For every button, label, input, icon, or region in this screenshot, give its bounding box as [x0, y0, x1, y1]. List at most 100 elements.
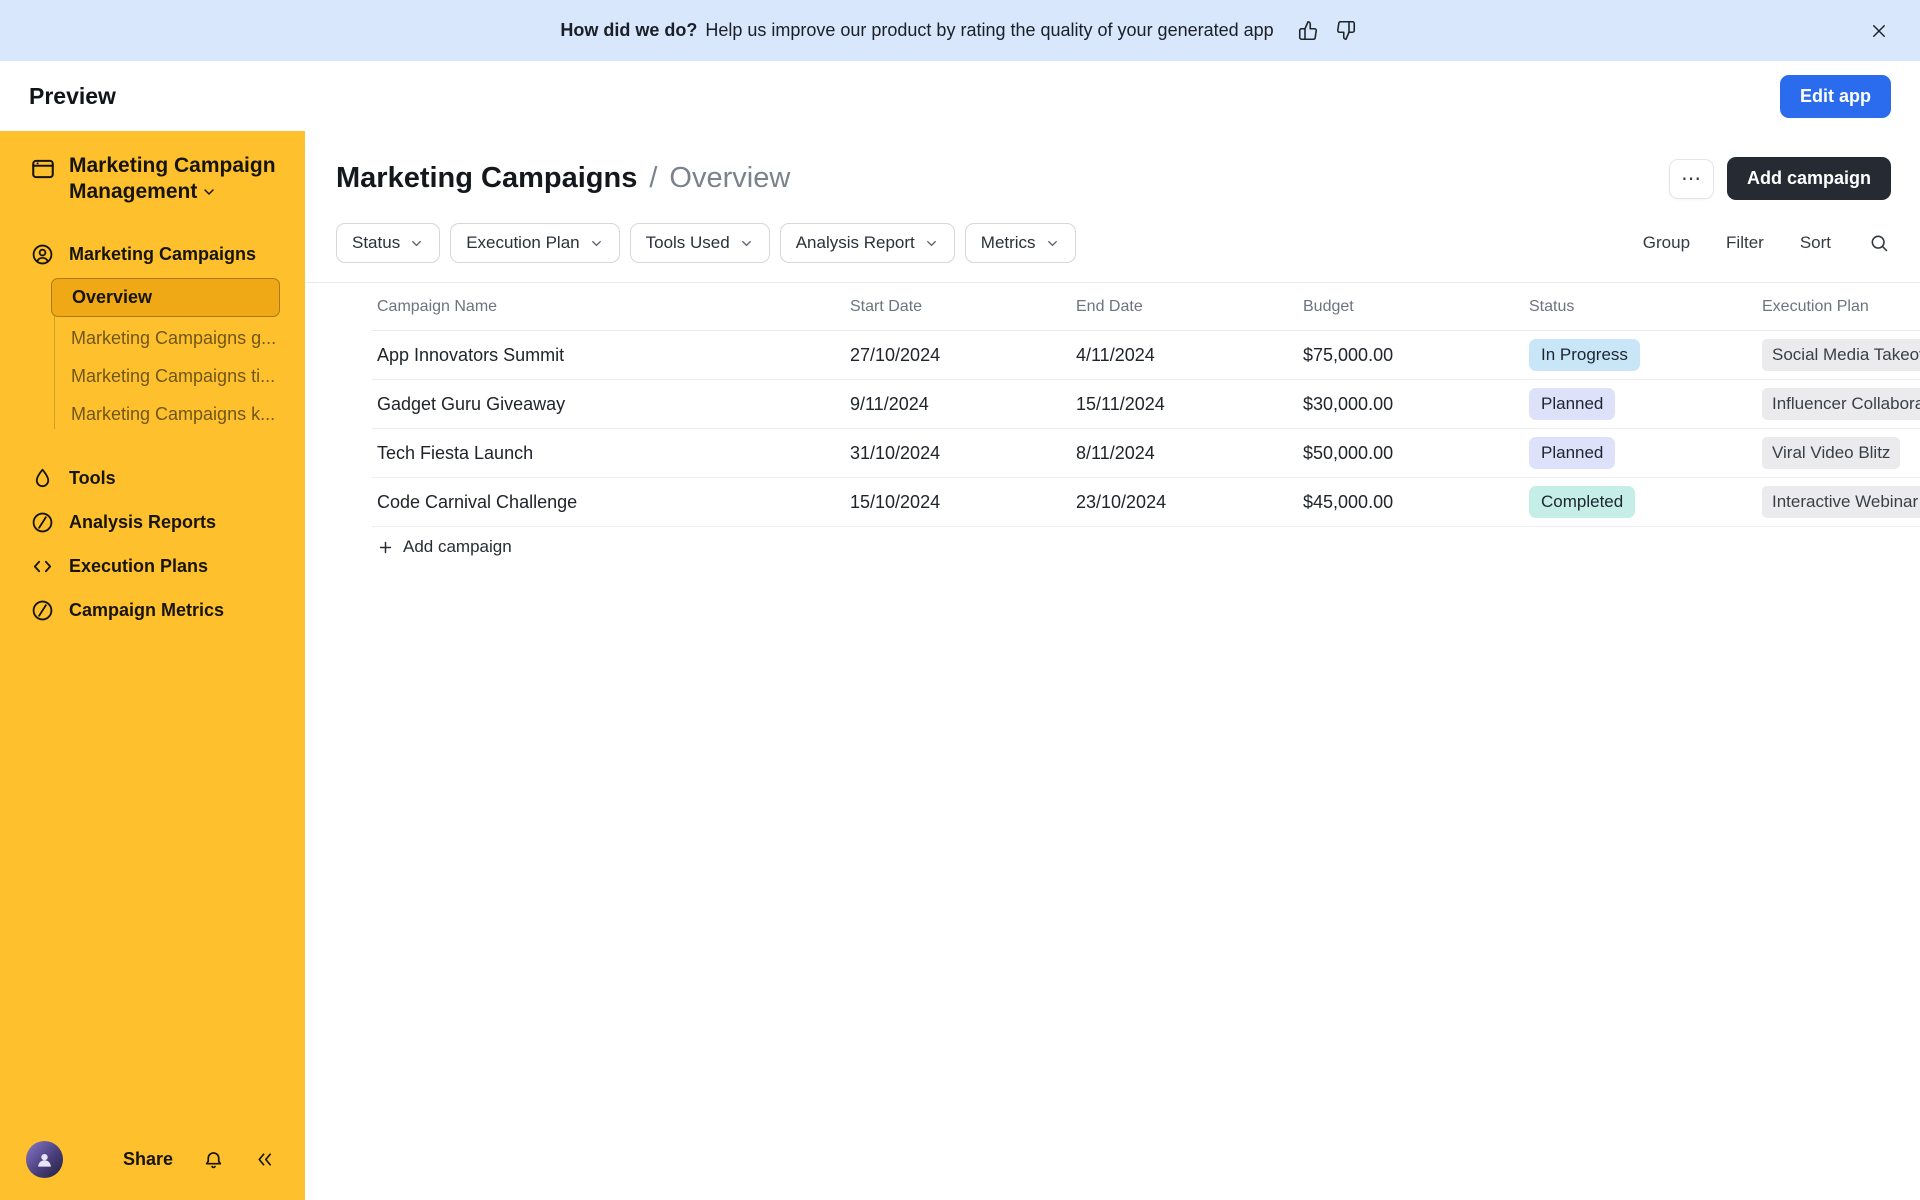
- user-circle-icon: [31, 243, 54, 266]
- chevron-down-icon: [201, 184, 217, 200]
- sidebar-subitem-label: Marketing Campaigns g...: [71, 328, 276, 349]
- status-filter-dropdown[interactable]: Status: [336, 223, 440, 263]
- bell-icon[interactable]: [203, 1149, 224, 1170]
- campaign-name-cell[interactable]: Tech Fiesta Launch: [372, 443, 845, 464]
- status-badge[interactable]: Planned: [1529, 388, 1615, 419]
- sidebar-footer: Share: [0, 1141, 305, 1200]
- main-content: Marketing Campaigns / Overview ⋯ Add cam…: [305, 131, 1920, 1200]
- breadcrumb-parent[interactable]: Marketing Campaigns: [336, 162, 637, 195]
- page-title: Overview: [669, 162, 790, 195]
- campaign-name-cell[interactable]: Code Carnival Challenge: [372, 492, 845, 513]
- analysis-report-filter-dropdown[interactable]: Analysis Report: [780, 223, 955, 263]
- chevron-down-icon: [739, 236, 754, 251]
- close-icon[interactable]: [1864, 16, 1894, 46]
- sidebar-item-analysis-reports[interactable]: Analysis Reports: [0, 500, 305, 544]
- end-date-cell[interactable]: 23/10/2024: [1071, 492, 1298, 513]
- end-date-cell[interactable]: 15/11/2024: [1071, 394, 1298, 415]
- table-row[interactable]: App Innovators Summit 27/10/2024 4/11/20…: [372, 331, 1920, 380]
- budget-cell[interactable]: $75,000.00: [1298, 345, 1524, 366]
- column-header-execution-plan[interactable]: Execution Plan: [1757, 298, 1920, 316]
- status-badge[interactable]: Planned: [1529, 437, 1615, 468]
- sidebar-nav: Marketing Campaigns Overview Marketing C…: [0, 232, 305, 1141]
- sidebar-item-campaigns-ti[interactable]: Marketing Campaigns ti...: [0, 357, 305, 395]
- avatar[interactable]: [26, 1141, 63, 1178]
- share-button[interactable]: Share: [123, 1149, 173, 1170]
- group-button[interactable]: Group: [1643, 233, 1690, 253]
- top-bar: Preview Edit app: [0, 61, 1920, 131]
- sidebar-subitem-label: Marketing Campaigns ti...: [71, 366, 275, 387]
- end-date-cell[interactable]: 4/11/2024: [1071, 345, 1298, 366]
- chevron-down-icon: [409, 236, 424, 251]
- execution-plan-pill[interactable]: Social Media Takeove: [1762, 339, 1920, 370]
- sidebar-item-label: Tools: [69, 468, 116, 489]
- column-header-budget[interactable]: Budget: [1298, 298, 1524, 316]
- code-icon: [31, 555, 54, 578]
- table-row[interactable]: Tech Fiesta Launch 31/10/2024 8/11/2024 …: [372, 429, 1920, 478]
- sidebar-item-campaigns-k[interactable]: Marketing Campaigns k...: [0, 395, 305, 433]
- table-header-row: Campaign Name Start Date End Date Budget…: [372, 283, 1920, 331]
- sidebar-subitem-label: Marketing Campaigns k...: [71, 404, 275, 425]
- budget-cell[interactable]: $30,000.00: [1298, 394, 1524, 415]
- sidebar-subpages: Overview Marketing Campaigns g... Market…: [0, 278, 305, 435]
- execution-plan-pill[interactable]: Interactive Webinar S: [1762, 486, 1920, 517]
- table-row[interactable]: Gadget Guru Giveaway 9/11/2024 15/11/202…: [372, 380, 1920, 429]
- breadcrumb: Marketing Campaigns / Overview: [336, 162, 790, 195]
- budget-cell[interactable]: $45,000.00: [1298, 492, 1524, 513]
- start-date-cell[interactable]: 27/10/2024: [845, 345, 1071, 366]
- circle-slash-icon: [31, 599, 54, 622]
- campaign-name-cell[interactable]: Gadget Guru Giveaway: [372, 394, 845, 415]
- start-date-cell[interactable]: 15/10/2024: [845, 492, 1071, 513]
- campaign-name-cell[interactable]: App Innovators Summit: [372, 345, 845, 366]
- thumbs-up-icon: [1298, 20, 1319, 41]
- sidebar-item-campaigns-g[interactable]: Marketing Campaigns g...: [0, 319, 305, 357]
- thumbs-down-button[interactable]: [1331, 16, 1360, 45]
- sidebar-item-campaign-metrics[interactable]: Campaign Metrics: [0, 588, 305, 632]
- column-header-end-date[interactable]: End Date: [1071, 298, 1298, 316]
- edit-app-button[interactable]: Edit app: [1780, 75, 1891, 118]
- tools-used-filter-dropdown[interactable]: Tools Used: [630, 223, 770, 263]
- campaigns-table: Campaign Name Start Date End Date Budget…: [372, 283, 1920, 557]
- breadcrumb-separator: /: [649, 162, 657, 195]
- metrics-filter-dropdown[interactable]: Metrics: [965, 223, 1076, 263]
- sidebar-item-execution-plans[interactable]: Execution Plans: [0, 544, 305, 588]
- thumbs-up-button[interactable]: [1294, 16, 1323, 45]
- app-title: Marketing Campaign Management: [69, 153, 279, 204]
- app-switcher[interactable]: Marketing Campaign Management: [0, 153, 305, 210]
- chevron-down-icon: [589, 236, 604, 251]
- sidebar-item-tools[interactable]: Tools: [0, 456, 305, 500]
- more-button[interactable]: ⋯: [1669, 159, 1714, 199]
- table-row[interactable]: Code Carnival Challenge 15/10/2024 23/10…: [372, 478, 1920, 527]
- sidebar-item-marketing-campaigns[interactable]: Marketing Campaigns: [0, 232, 305, 276]
- droplet-icon: [31, 467, 54, 490]
- sidebar-item-label: Marketing Campaigns: [69, 244, 256, 265]
- execution-plan-filter-dropdown[interactable]: Execution Plan: [450, 223, 619, 263]
- sidebar-item-label: Campaign Metrics: [69, 600, 224, 621]
- chevron-down-icon: [1045, 236, 1060, 251]
- collapse-sidebar-icon[interactable]: [254, 1149, 275, 1170]
- column-header-status[interactable]: Status: [1524, 298, 1757, 316]
- start-date-cell[interactable]: 9/11/2024: [845, 394, 1071, 415]
- thumbs-down-icon: [1335, 20, 1356, 41]
- filter-button[interactable]: Filter: [1726, 233, 1764, 253]
- column-header-campaign-name[interactable]: Campaign Name: [372, 298, 845, 316]
- status-badge[interactable]: In Progress: [1529, 339, 1640, 370]
- execution-plan-pill[interactable]: Influencer Collaborat: [1762, 388, 1920, 419]
- circle-slash-icon: [31, 511, 54, 534]
- column-header-start-date[interactable]: Start Date: [845, 298, 1071, 316]
- execution-plan-pill[interactable]: Viral Video Blitz: [1762, 437, 1900, 468]
- end-date-cell[interactable]: 8/11/2024: [1071, 443, 1298, 464]
- start-date-cell[interactable]: 31/10/2024: [845, 443, 1071, 464]
- banner-message: Help us improve our product by rating th…: [705, 20, 1273, 41]
- search-icon[interactable]: [1867, 231, 1891, 255]
- sidebar-item-overview[interactable]: Overview: [51, 278, 280, 317]
- sidebar-item-label: Analysis Reports: [69, 512, 216, 533]
- status-badge[interactable]: Completed: [1529, 486, 1635, 517]
- add-campaign-row-button[interactable]: Add campaign: [372, 537, 512, 557]
- sort-button[interactable]: Sort: [1800, 233, 1831, 253]
- add-campaign-button[interactable]: Add campaign: [1727, 157, 1891, 200]
- feedback-banner: How did we do? Help us improve our produ…: [0, 0, 1920, 61]
- budget-cell[interactable]: $50,000.00: [1298, 443, 1524, 464]
- banner-question: How did we do?: [560, 20, 697, 41]
- sidebar-subitem-label: Overview: [72, 287, 152, 308]
- chevron-down-icon: [924, 236, 939, 251]
